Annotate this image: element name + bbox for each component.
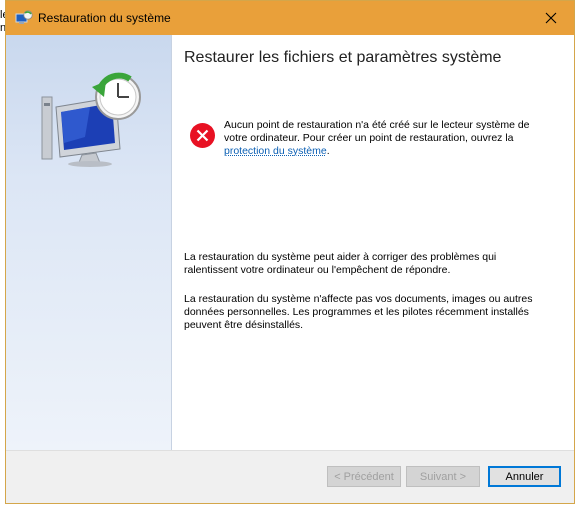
window-title: Restauration du système xyxy=(38,11,171,25)
side-banner xyxy=(6,35,172,451)
button-bar: < Précédent Suivant > Annuler xyxy=(6,450,574,503)
info-paragraph: La restauration du système peut aider à … xyxy=(184,251,497,276)
next-button[interactable]: Suivant > xyxy=(406,466,480,487)
error-icon xyxy=(190,123,215,148)
previous-button[interactable]: < Précédent xyxy=(327,466,401,487)
system-protection-link[interactable]: protection du système xyxy=(224,145,327,157)
cancel-button[interactable]: Annuler xyxy=(488,466,561,487)
info-paragraph: La restauration du système n'affecte pas… xyxy=(184,293,533,331)
content-area: Restaurer les fichiers et paramètres sys… xyxy=(172,35,574,451)
close-icon xyxy=(545,12,557,24)
error-text: Aucun point de restauration n'a été créé… xyxy=(224,119,530,144)
title-bar[interactable]: Restauration du système xyxy=(6,1,574,35)
error-message: Aucun point de restauration n'a été créé… xyxy=(224,119,544,158)
system-restore-icon xyxy=(15,10,33,24)
page-title: Restaurer les fichiers et paramètres sys… xyxy=(184,49,502,66)
close-button[interactable] xyxy=(528,1,574,35)
system-restore-dialog: Restauration du système Restaurer les fi… xyxy=(5,0,575,504)
error-text-end: . xyxy=(326,145,330,157)
system-restore-hero-icon xyxy=(41,72,141,167)
